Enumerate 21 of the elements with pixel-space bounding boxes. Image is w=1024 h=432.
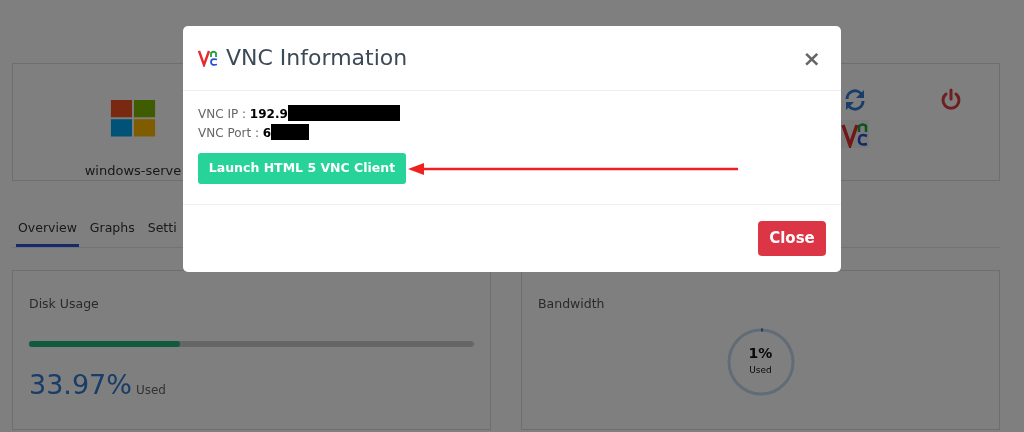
modal-title: VNC Information (226, 44, 408, 72)
vnc-detail: VNC Port : 6 (198, 124, 826, 143)
refresh-icon[interactable] (843, 88, 867, 112)
power-icon[interactable] (939, 88, 963, 112)
card-title: Bandwidth (538, 294, 606, 313)
vnc-detail: VNC IP : 192.9 (198, 105, 826, 124)
gauge-label: Used (749, 363, 772, 377)
gauge-value: 1% (748, 345, 773, 361)
redaction-mark (271, 124, 310, 140)
tab[interactable]: Graphs (87, 215, 137, 247)
tab[interactable]: Setti (145, 215, 179, 247)
tab[interactable]: Overview (16, 215, 79, 247)
vnc-logo-icon[interactable] (841, 120, 869, 148)
vnc-logo-icon (198, 49, 218, 67)
usage-value: 33.97% (29, 367, 132, 402)
close-button[interactable]: Close (758, 221, 826, 256)
card-title: Disk Usage (29, 294, 100, 313)
windows-logo-icon (110, 100, 156, 137)
server-name: windows-serve (84, 161, 182, 180)
usage-label: Used (135, 381, 166, 399)
close-button[interactable]: × (798, 41, 825, 75)
